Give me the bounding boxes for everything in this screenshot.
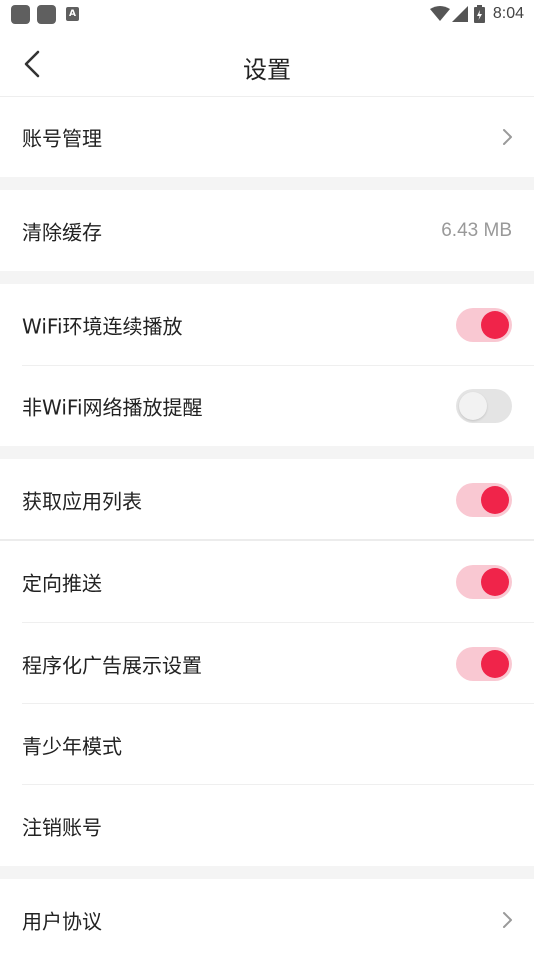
app-list-row: 获取应用列表	[0, 459, 534, 541]
section-divider	[0, 866, 534, 879]
section-divider	[0, 177, 534, 190]
page-title: 设置	[243, 56, 291, 84]
non-wifi-reminder-toggle[interactable]	[456, 389, 512, 423]
toggle-knob	[481, 311, 509, 339]
wifi-icon	[429, 6, 450, 21]
row-label: 获取应用列表	[22, 489, 142, 514]
a-icon: A	[66, 7, 79, 21]
section-divider	[0, 446, 534, 459]
status-time: 8:04	[492, 5, 524, 22]
section-divider	[0, 271, 534, 284]
chevron-right-icon	[503, 911, 512, 928]
wifi-autoplay-toggle[interactable]	[456, 308, 512, 342]
programmatic-ads-toggle[interactable]	[456, 646, 512, 681]
row-label: 用户协议	[22, 909, 102, 933]
account-management-row[interactable]: 账号管理	[0, 97, 534, 177]
row-label: WiFi环境连续播放	[22, 314, 183, 339]
row-label: 定向推送	[22, 571, 102, 596]
app-list-toggle[interactable]	[456, 483, 512, 517]
chevron-right-icon	[503, 129, 512, 145]
cellular-signal-icon	[451, 6, 468, 22]
battery-icon	[473, 5, 485, 23]
wifi-autoplay-row: WiFi环境连续播放	[0, 284, 534, 366]
status-bar: A 8:04	[0, 0, 534, 28]
row-label: 注销账号	[22, 815, 102, 839]
programmatic-ads-row: 程序化广告展示设置	[0, 623, 534, 704]
row-label: 青少年模式	[22, 734, 122, 758]
user-agreement-row[interactable]: 用户协议	[0, 879, 534, 960]
row-label: 清除缓存	[22, 220, 102, 244]
header: 设置	[0, 28, 534, 97]
targeted-push-row: 定向推送	[0, 541, 534, 623]
toggle-knob	[459, 392, 487, 420]
row-label: 程序化广告展示设置	[22, 653, 202, 677]
toggle-knob	[481, 649, 509, 678]
row-label: 账号管理	[22, 126, 102, 151]
toggle-knob	[481, 486, 509, 514]
deactivate-account-row[interactable]: 注销账号	[0, 785, 534, 866]
row-label: 非WiFi网络播放提醒	[22, 395, 203, 420]
app-notification-icon	[11, 5, 30, 24]
non-wifi-reminder-row: 非WiFi网络播放提醒	[0, 366, 534, 446]
targeted-push-toggle[interactable]	[456, 565, 512, 599]
status-indicators: 8:04	[429, 4, 524, 24]
teen-mode-row[interactable]: 青少年模式	[0, 704, 534, 785]
app-notification-icon	[37, 5, 56, 24]
clear-cache-row[interactable]: 清除缓存 6.43 MB	[0, 190, 534, 271]
cache-size: 6.43 MB	[441, 219, 512, 241]
toggle-knob	[481, 568, 509, 596]
